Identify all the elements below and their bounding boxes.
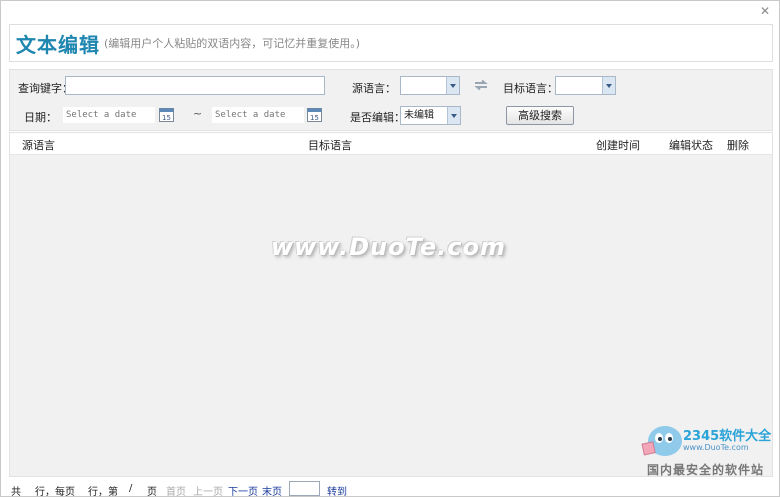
column-header-delete[interactable]: 删除: [727, 137, 749, 153]
column-header-created[interactable]: 创建时间: [596, 137, 640, 153]
column-header-target[interactable]: 目标语言: [308, 137, 352, 153]
source-language-label: 源语言：: [352, 82, 396, 95]
date-label: 日期：: [24, 111, 57, 124]
svg-text:15: 15: [310, 114, 319, 122]
pager-first-link[interactable]: 首页: [166, 483, 186, 497]
svg-text:15: 15: [162, 114, 171, 122]
site-logo: 2345软件大全 www.DuoTe.com 国内最安全的软件站: [639, 419, 779, 481]
keyword-input[interactable]: [65, 76, 325, 95]
watermark: www.DuoTe.com: [271, 233, 506, 261]
close-icon[interactable]: ✕: [759, 5, 771, 17]
pager-page-suffix: 页: [147, 487, 157, 497]
date-range-separator: ~: [193, 107, 203, 120]
mascot-icon: [641, 426, 682, 456]
chevron-down-icon: [447, 107, 460, 124]
target-language-label: 目标语言：: [503, 82, 558, 95]
pager-page-no-label: 行，第: [88, 487, 118, 497]
pager-total-label: 共: [11, 487, 21, 497]
edited-value: 未编辑: [404, 110, 434, 121]
date-to-input[interactable]: [212, 107, 304, 123]
logo-slogan: 国内最安全的软件站: [647, 463, 765, 477]
pager-next-link[interactable]: 下一页: [228, 483, 258, 497]
page-number-input[interactable]: [289, 481, 320, 496]
column-header-status[interactable]: 编辑状态: [669, 137, 713, 153]
page-title: 文本编辑: [16, 32, 100, 57]
swap-languages-icon[interactable]: [473, 79, 489, 91]
column-header-source[interactable]: 源语言: [22, 137, 55, 153]
page-subtitle: (编辑用户个人粘贴的双语内容，可记忆并重复使用。): [104, 37, 361, 50]
pager-last-link[interactable]: 末页: [262, 483, 282, 497]
advanced-search-button[interactable]: 高级搜索: [506, 106, 574, 125]
pager-goto-link[interactable]: 转到: [327, 483, 347, 497]
pager-rows-per-page-label: 行，每页: [35, 487, 75, 497]
pager-prev-link[interactable]: 上一页: [193, 483, 223, 497]
page-header: 文本编辑 (编辑用户个人粘贴的双语内容，可记忆并重复使用。): [9, 24, 773, 62]
filter-panel: 查询键字： 源语言： 目标语言： 日期： 15 ~ 15 是否编辑： 未编辑 高…: [9, 69, 773, 131]
edited-select[interactable]: 未编辑: [400, 106, 461, 125]
calendar-icon[interactable]: 15: [307, 107, 322, 122]
logo-url: www.DuoTe.com: [683, 443, 749, 452]
pager-slash: /: [129, 483, 133, 494]
chevron-down-icon: [446, 77, 459, 94]
chevron-down-icon: [602, 77, 615, 94]
date-from-input[interactable]: [63, 107, 155, 123]
calendar-icon[interactable]: 15: [159, 107, 174, 122]
edited-label: 是否编辑：: [350, 111, 405, 124]
target-language-select[interactable]: [555, 76, 616, 95]
table-header: 源语言 目标语言 创建时间 编辑状态 删除: [10, 133, 772, 155]
logo-brand: 2345软件大全: [683, 429, 772, 444]
source-language-select[interactable]: [400, 76, 460, 95]
